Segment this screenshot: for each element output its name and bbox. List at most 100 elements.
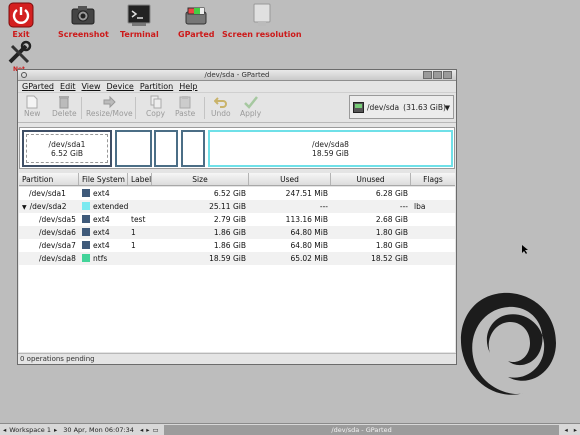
menu-device[interactable]: Device: [106, 82, 133, 91]
paste-label: Paste: [175, 109, 196, 118]
undo-icon: [213, 95, 228, 109]
cell-partition: ▼/dev/sda2: [22, 202, 67, 211]
disk-icon: [353, 101, 364, 113]
disk-partition-sda8[interactable]: /dev/sda8 18.59 GiB: [208, 130, 453, 167]
window-titlebar[interactable]: /dev/sda - GParted: [18, 70, 456, 81]
table-row[interactable]: /dev/sda1 ext4 6.52 GiB 247.51 MiB 6.28 …: [19, 187, 455, 200]
resize-move-button[interactable]: Resize/Move: [86, 95, 133, 118]
column-label[interactable]: Label: [128, 173, 152, 185]
resize-move-label: Resize/Move: [86, 109, 133, 118]
table-row[interactable]: ▼/dev/sda2 extended 25.11 GiB --- --- lb…: [19, 200, 455, 213]
workspace-switcher[interactable]: Workspace 1: [9, 426, 51, 434]
apply-button[interactable]: Apply: [240, 95, 261, 118]
desktop-icon-label: Screenshot: [58, 30, 109, 39]
cell-size: 18.59 GiB: [209, 254, 246, 263]
desktop-icon-label: Screen resolution: [222, 30, 302, 39]
table-row[interactable]: /dev/sda8 ntfs 18.59 GiB 65.02 MiB 18.52…: [19, 252, 455, 265]
menu-view[interactable]: View: [82, 82, 101, 91]
partition-name: /dev/sda8: [312, 139, 349, 149]
menu-help[interactable]: Help: [179, 82, 197, 91]
taskbar-scroll-left[interactable]: ◂: [561, 426, 570, 434]
desktop-icon-screenshot[interactable]: Screenshot: [58, 2, 109, 39]
menu-edit[interactable]: Edit: [60, 82, 76, 91]
cell-used: 64.80 MiB: [290, 228, 328, 237]
minimize-button[interactable]: [423, 71, 432, 79]
cell-partition: /dev/sda6: [39, 228, 76, 237]
cell-size: 1.86 GiB: [213, 241, 246, 250]
desktop-icon-screen-resolution[interactable]: Screen resolution: [222, 2, 302, 39]
cell-fs: ntfs: [79, 254, 128, 263]
disk-partition-sda5[interactable]: [115, 130, 152, 167]
fs-color-swatch: [82, 228, 90, 236]
desktop-icon-terminal[interactable]: Terminal: [120, 2, 159, 39]
maximize-button[interactable]: [433, 71, 442, 79]
cell-used: ---: [319, 202, 328, 211]
disk-partition-sda1[interactable]: /dev/sda1 6.52 GiB: [22, 130, 112, 167]
chevron-down-icon: ▼: [444, 104, 450, 112]
status-bar: 0 operations pending: [18, 353, 456, 364]
apply-label: Apply: [240, 109, 262, 118]
desktop-icon-label: GParted: [178, 30, 215, 39]
cell-unused: 18.52 GiB: [371, 254, 408, 263]
disk-partition-sda6[interactable]: [154, 130, 178, 167]
partition-size: 18.59 GiB: [312, 148, 349, 158]
task-prev-button[interactable]: ◂: [137, 426, 146, 434]
table-row[interactable]: /dev/sda5 ext4 test 2.79 GiB 113.16 MiB …: [19, 213, 455, 226]
column-size[interactable]: Size: [152, 173, 249, 185]
debian-logo: [460, 292, 556, 395]
taskbar: ◂ Workspace 1 ▸ 30 Apr, Mon 06:07:34 ◂ ▸…: [0, 423, 580, 435]
column-unused[interactable]: Unused: [331, 173, 411, 185]
trash-icon: [57, 95, 71, 109]
column-partition[interactable]: Partition: [19, 173, 79, 185]
cell-unused: 1.80 GiB: [375, 241, 408, 250]
toolbar-separator: [135, 97, 136, 119]
workspace-next-button[interactable]: ▸: [51, 426, 60, 434]
column-file-system[interactable]: File System: [79, 173, 128, 185]
mouse-cursor-icon: [522, 245, 528, 254]
close-button[interactable]: [443, 71, 452, 79]
disk-partition-sda7[interactable]: [181, 130, 205, 167]
partition-table: /dev/sda1 ext4 6.52 GiB 247.51 MiB 6.28 …: [19, 187, 455, 352]
camera-icon: [70, 2, 96, 28]
menubar: GParted Edit View Device Partition Help: [18, 81, 456, 93]
gparted-window[interactable]: /dev/sda - GParted GParted Edit View Dev…: [17, 69, 457, 365]
desktop-icon-gparted[interactable]: GParted: [178, 2, 215, 39]
partition-name: /dev/sda1: [48, 139, 86, 149]
device-selector[interactable]: /dev/sda (31.63 GiB) ▼: [349, 95, 454, 119]
menu-gparted[interactable]: GParted: [22, 82, 54, 91]
table-row[interactable]: /dev/sda7 ext4 1 1.86 GiB 64.80 MiB 1.80…: [19, 239, 455, 252]
cell-used: 65.02 MiB: [290, 254, 328, 263]
expander-icon[interactable]: ▼: [22, 204, 27, 211]
cell-flags: lba: [414, 202, 426, 211]
show-desktop-icon[interactable]: ▭: [149, 426, 161, 434]
undo-label: Undo: [211, 109, 231, 118]
column-flags[interactable]: Flags: [411, 173, 455, 185]
menu-partition[interactable]: Partition: [140, 82, 173, 91]
taskbar-scroll-right[interactable]: ▸: [571, 426, 580, 434]
copy-label: Copy: [146, 109, 166, 118]
cell-fs: ext4: [79, 215, 128, 224]
desktop-icon-exit[interactable]: Exit: [8, 2, 34, 39]
fs-color-swatch: [82, 241, 90, 249]
terminal-icon: [126, 2, 152, 28]
cell-unused: 6.28 GiB: [375, 189, 408, 198]
window-title: /dev/sda - GParted: [204, 71, 270, 79]
workspace-prev-button[interactable]: ◂: [0, 426, 9, 434]
delete-button[interactable]: Delete: [52, 95, 77, 118]
cell-partition: /dev/sda1: [29, 189, 66, 198]
cell-fs: ext4: [79, 228, 128, 237]
cell-unused: 2.68 GiB: [375, 215, 408, 224]
cell-size: 25.11 GiB: [209, 202, 246, 211]
table-row[interactable]: /dev/sda6 ext4 1 1.86 GiB 64.80 MiB 1.80…: [19, 226, 455, 239]
paste-button[interactable]: Paste: [175, 95, 195, 118]
new-button[interactable]: New: [24, 95, 40, 118]
undo-button[interactable]: Undo: [211, 95, 231, 118]
fs-color-swatch: [82, 202, 90, 210]
column-used[interactable]: Used: [249, 173, 331, 185]
cell-label: 1: [131, 228, 136, 237]
copy-button[interactable]: Copy: [146, 95, 165, 118]
power-icon: [8, 2, 34, 28]
device-size: (31.63 GiB): [403, 102, 446, 112]
cell-size: 1.86 GiB: [213, 228, 246, 237]
taskbar-task-gparted[interactable]: /dev/sda - GParted: [163, 424, 560, 435]
